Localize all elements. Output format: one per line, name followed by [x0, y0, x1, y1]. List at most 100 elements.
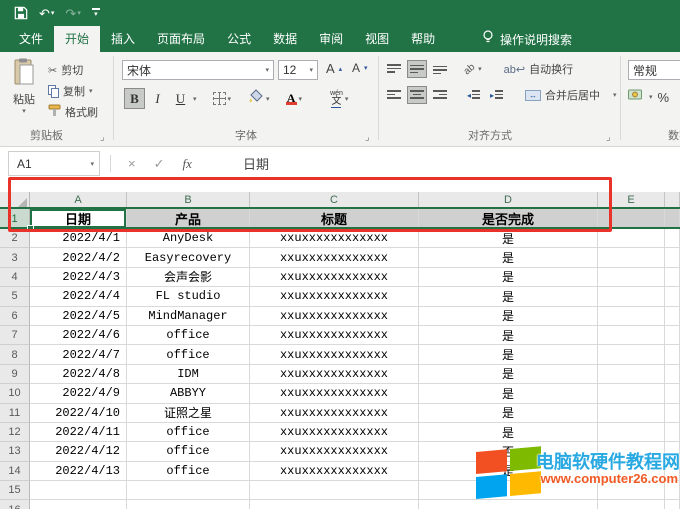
cell-title[interactable]: xxuxxxxxxxxxxxx — [250, 365, 419, 384]
phonetic-dropdown-icon[interactable]: ▾ — [345, 95, 349, 103]
tab-file[interactable]: 文件 — [8, 26, 54, 52]
row-header[interactable]: 4 — [0, 268, 30, 287]
cell-empty[interactable] — [665, 345, 680, 364]
cell-product[interactable]: 证照之星 — [127, 404, 250, 423]
underline-button[interactable]: U — [170, 88, 191, 109]
cell-title[interactable]: xxuxxxxxxxxxxxx — [250, 248, 419, 267]
customize-qat-button[interactable]: ▾ — [92, 8, 100, 18]
tab-formulas[interactable]: 公式 — [216, 26, 262, 52]
format-painter-button[interactable]: 格式刷 — [48, 104, 98, 120]
orientation-dropdown-icon[interactable]: ▾ — [478, 65, 482, 73]
italic-button[interactable]: I — [147, 88, 168, 109]
shrink-font-button[interactable]: A▾ — [352, 61, 368, 75]
cell-done[interactable]: 是 — [419, 345, 598, 364]
cell-product[interactable]: office — [127, 345, 250, 364]
cell-done[interactable]: 是 — [419, 423, 598, 442]
cell-title[interactable]: xxuxxxxxxxxxxxx — [250, 423, 419, 442]
align-right-button[interactable] — [430, 86, 450, 104]
row-header[interactable]: 5 — [0, 287, 30, 306]
cell-done[interactable]: 是 — [419, 404, 598, 423]
merge-center-button[interactable]: ↔ 合并后居中 — [525, 87, 600, 103]
cell-done[interactable]: 是 — [419, 248, 598, 267]
row-header[interactable]: 6 — [0, 307, 30, 326]
cell-empty[interactable] — [665, 326, 680, 345]
borders-dropdown-icon[interactable]: ▾ — [228, 95, 232, 103]
cell-date[interactable]: 2022/4/3 — [30, 268, 127, 287]
cell-title[interactable]: xxuxxxxxxxxxxxx — [250, 287, 419, 306]
cell-done[interactable]: 是 — [419, 287, 598, 306]
cell-date[interactable] — [30, 481, 127, 500]
cell-done[interactable]: 是 — [419, 384, 598, 403]
phonetic-guide-button[interactable]: wén 文 — [330, 90, 343, 108]
increase-indent-button[interactable]: ▸ — [487, 86, 507, 104]
cell-product[interactable]: office — [127, 326, 250, 345]
clipboard-dialog-launcher-icon[interactable]: ⌟ — [100, 132, 105, 143]
cell-date[interactable]: 2022/4/10 — [30, 404, 127, 423]
formula-bar-value[interactable]: 日期 — [243, 151, 269, 176]
cell-date[interactable]: 2022/4/2 — [30, 248, 127, 267]
cell-product[interactable]: ABBYY — [127, 384, 250, 403]
cell-empty[interactable] — [598, 326, 665, 345]
cell-date[interactable]: 2022/4/11 — [30, 423, 127, 442]
row-header[interactable]: 16 — [0, 500, 30, 509]
cell-empty[interactable] — [665, 307, 680, 326]
cell-f1[interactable] — [665, 209, 680, 229]
fill-color-icon[interactable] — [249, 89, 264, 108]
row-header[interactable]: 3 — [0, 248, 30, 267]
percent-style-button[interactable]: % — [658, 90, 670, 105]
undo-button[interactable]: ↶▾ — [39, 7, 54, 20]
number-format-combobox[interactable]: 常规 — [628, 60, 680, 80]
cell-date[interactable]: 2022/4/12 — [30, 442, 127, 461]
orientation-button[interactable]: ab — [462, 61, 478, 77]
cell-done[interactable]: 是 — [419, 307, 598, 326]
paste-button[interactable]: 粘贴 ▾ — [6, 58, 42, 115]
wrap-text-button[interactable]: ab↩ 自动换行 — [504, 61, 573, 77]
cell-empty[interactable] — [598, 345, 665, 364]
font-color-dropdown-icon[interactable]: ▾ — [299, 95, 303, 103]
cell-title[interactable] — [250, 481, 419, 500]
cell-empty[interactable] — [665, 268, 680, 287]
cell-title[interactable]: xxuxxxxxxxxxxxx — [250, 307, 419, 326]
cell-title[interactable] — [250, 500, 419, 509]
cell-empty[interactable] — [598, 384, 665, 403]
cell-empty[interactable] — [665, 500, 680, 509]
align-left-button[interactable] — [384, 86, 404, 104]
alignment-dialog-launcher-icon[interactable]: ⌟ — [606, 132, 611, 143]
cell-done[interactable]: 是 — [419, 268, 598, 287]
cell-product[interactable]: 会声会影 — [127, 268, 250, 287]
cell-date[interactable]: 2022/4/6 — [30, 326, 127, 345]
accounting-dropdown-icon[interactable]: ▾ — [649, 93, 653, 101]
cell-title[interactable]: xxuxxxxxxxxxxxx — [250, 442, 419, 461]
cell-empty[interactable] — [598, 307, 665, 326]
cell-product[interactable]: office — [127, 423, 250, 442]
cell-empty[interactable] — [665, 248, 680, 267]
cell-empty[interactable] — [665, 229, 680, 248]
fill-color-dropdown-icon[interactable]: ▾ — [266, 95, 270, 103]
align-top-button[interactable] — [384, 60, 404, 78]
cell-empty[interactable] — [665, 384, 680, 403]
cell-done[interactable]: 是 — [419, 365, 598, 384]
cell-date[interactable]: 2022/4/9 — [30, 384, 127, 403]
row-header[interactable]: 15 — [0, 481, 30, 500]
align-middle-button[interactable] — [407, 60, 427, 78]
cell-product[interactable]: MindManager — [127, 307, 250, 326]
bold-button[interactable]: B — [124, 88, 145, 109]
borders-icon[interactable] — [213, 92, 226, 105]
undo-dropdown-icon[interactable]: ▾ — [51, 10, 55, 17]
row-header[interactable]: 12 — [0, 423, 30, 442]
accounting-format-icon[interactable] — [628, 88, 644, 106]
cell-date[interactable]: 2022/4/5 — [30, 307, 127, 326]
cell-product[interactable]: FL studio — [127, 287, 250, 306]
cell-date[interactable]: 2022/4/8 — [30, 365, 127, 384]
cell-date[interactable]: 2022/4/4 — [30, 287, 127, 306]
row-header[interactable]: 11 — [0, 404, 30, 423]
cancel-icon[interactable]: × — [128, 156, 136, 171]
cell-done[interactable]: 是 — [419, 326, 598, 345]
cell-title[interactable]: xxuxxxxxxxxxxxx — [250, 384, 419, 403]
cell-product[interactable]: Easyrecovery — [127, 248, 250, 267]
cell-empty[interactable] — [598, 500, 665, 509]
cell-date[interactable]: 2022/4/7 — [30, 345, 127, 364]
row-header[interactable]: 8 — [0, 345, 30, 364]
cell-title[interactable]: xxuxxxxxxxxxxxx — [250, 462, 419, 481]
cell-empty[interactable] — [665, 287, 680, 306]
